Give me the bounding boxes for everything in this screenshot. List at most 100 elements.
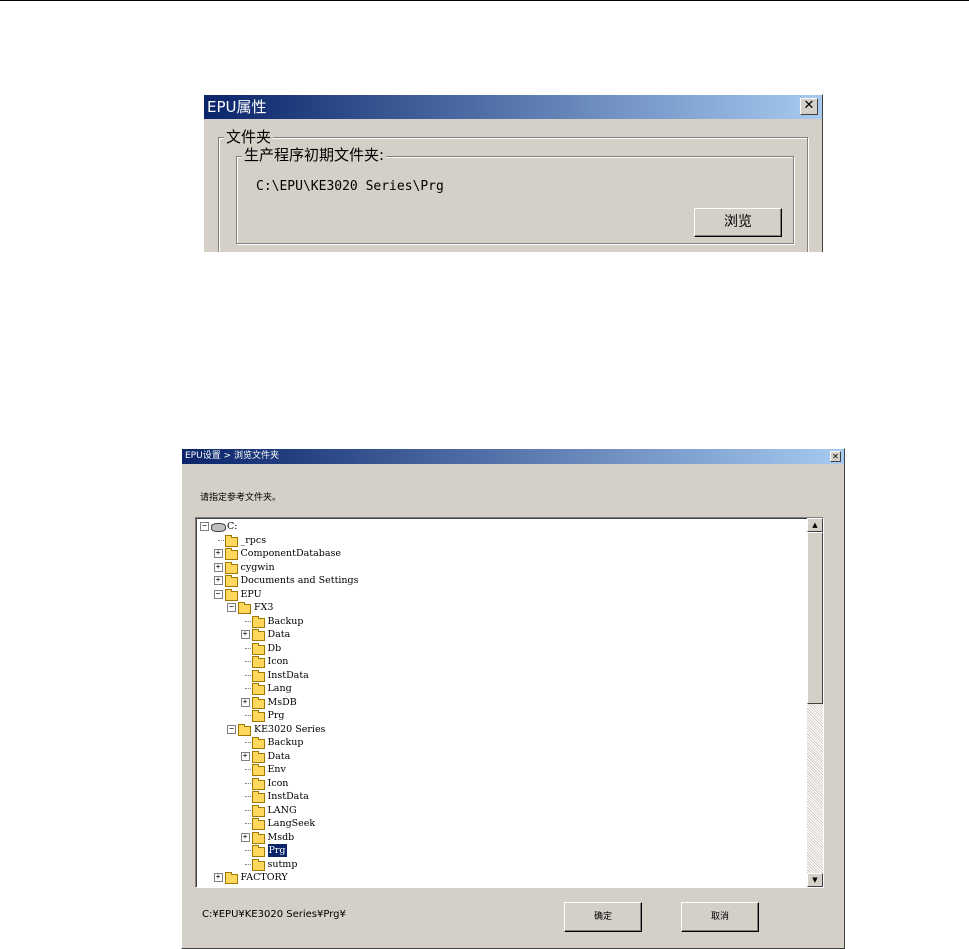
tree-item-label: EPU (240, 588, 262, 600)
tree-item[interactable]: Db (196, 642, 796, 655)
tree-item-label: KE3020 Series (254, 723, 326, 735)
tree-item[interactable]: sutmp (196, 858, 796, 871)
tree-item[interactable]: + Documents and Settings (196, 574, 796, 587)
tree-item[interactable]: + Data (196, 750, 796, 763)
browse-folder-dialog: EPU设置 > 浏览文件夹 ✕ 请指定参考文件夹。 − C: _rpcs + Compo… (181, 448, 845, 949)
folder-icon (251, 615, 265, 628)
folder-icon (251, 629, 265, 641)
tree-item[interactable]: − KE3020 Series (196, 723, 796, 736)
expand-icon[interactable]: + (240, 751, 250, 761)
tree-item[interactable]: + cygwin (196, 561, 796, 574)
dialog-titlebar: EPU属性 ✕ (204, 95, 822, 119)
tree-item[interactable]: InstData (196, 669, 796, 682)
collapse-icon[interactable]: − (227, 603, 236, 612)
collapse-icon[interactable]: − (227, 724, 236, 734)
collapse-icon[interactable]: − (200, 522, 209, 531)
folder-icon (224, 872, 238, 884)
tree-connector (244, 809, 251, 811)
folder-icon (238, 723, 251, 736)
tree-connector (244, 620, 251, 622)
initial-program-folder-label: 生产程序初期文件夹: (242, 146, 387, 164)
tree-item-label: _rpcs (240, 534, 267, 546)
tree-item-label: Data (267, 629, 291, 640)
tree-connector (244, 647, 251, 649)
expand-icon[interactable]: + (240, 832, 250, 842)
expand-icon[interactable]: + (213, 576, 223, 585)
tree-item-label: Lang (267, 683, 292, 694)
folder-icon (251, 669, 265, 682)
expand-icon[interactable]: + (213, 549, 223, 558)
tree-item[interactable]: + MsDB (196, 696, 796, 709)
folder-icon (251, 683, 265, 695)
tree-connector (244, 796, 251, 797)
folder-icon (224, 575, 238, 587)
tree-item[interactable]: Prg (196, 709, 796, 722)
tree-item[interactable]: Lang (196, 682, 796, 695)
tree-item[interactable]: LANG (196, 804, 796, 817)
tree-item[interactable]: − FX3 (196, 601, 796, 614)
tree-item-label: Backup (267, 737, 304, 748)
expand-icon[interactable]: + (240, 630, 250, 639)
tree-item-label: MsDB (267, 696, 297, 708)
tree-item[interactable]: Backup (196, 615, 796, 628)
folder-icon (251, 656, 265, 668)
folder-icon (251, 642, 265, 655)
close-icon[interactable]: ✕ (800, 98, 818, 115)
tree-item-label: Icon (267, 656, 289, 667)
ok-button[interactable]: 确定 (564, 902, 642, 932)
tree-item[interactable]: − C: (196, 520, 796, 533)
tree-item-label: LANG (267, 804, 297, 816)
tree-item[interactable]: Prg (196, 844, 796, 857)
tree-connector (244, 863, 251, 865)
folder-icon (251, 804, 265, 817)
open-folder-icon (251, 845, 265, 857)
tree-item[interactable]: − EPU (196, 588, 796, 601)
browse-button[interactable]: 浏览 (694, 208, 782, 237)
tree-item[interactable]: Icon (196, 655, 796, 668)
tree-item-label: FACTORY (240, 872, 288, 883)
tree-item[interactable]: LangSeek (196, 817, 796, 830)
scroll-up-icon[interactable]: ▲ (807, 518, 823, 532)
tree-item[interactable]: Env (196, 763, 796, 776)
tree-item-label: InstData (267, 791, 309, 802)
tree-item[interactable]: + Data (196, 628, 796, 641)
tree-item-label: LangSeek (267, 818, 316, 829)
folder-icon (251, 764, 265, 776)
tree-connector (217, 539, 224, 541)
tree-item[interactable]: InstData (196, 790, 796, 803)
cancel-button[interactable]: 取消 (681, 902, 759, 932)
program-folder-path: C:\EPU\KE3020 Series\Prg (256, 179, 444, 194)
tree-connector (244, 850, 251, 851)
tree-connector (244, 742, 251, 743)
folder-tree[interactable]: − C: _rpcs + ComponentDatabase + cygwin + Docume… (195, 517, 824, 888)
tree-item[interactable]: _rpcs (196, 534, 796, 547)
dialog-title: EPU属性 (207, 98, 267, 116)
folder-icon (251, 818, 265, 830)
tree-connector (244, 823, 251, 824)
expand-icon[interactable]: + (213, 562, 223, 572)
expand-icon[interactable]: + (240, 697, 250, 707)
close-icon[interactable]: ✕ (830, 451, 841, 462)
tree-connector (244, 688, 251, 689)
tree-connector (244, 769, 251, 770)
folder-group-label: 文件夹 (224, 128, 274, 146)
expand-icon[interactable]: + (213, 873, 223, 882)
folder-icon (251, 696, 265, 709)
tree-item[interactable]: + Msdb (196, 831, 796, 844)
tree-item-label: Backup (267, 615, 304, 627)
scroll-down-icon[interactable]: ▼ (807, 873, 823, 887)
collapse-icon[interactable]: − (213, 589, 223, 599)
tree-item-label: sutmp (267, 858, 298, 870)
tree-item[interactable]: Icon (196, 777, 796, 790)
tree-item[interactable]: + ComponentDatabase (196, 547, 796, 560)
tree-item-label: Documents and Settings (240, 575, 359, 586)
tree-item[interactable]: Backup (196, 736, 796, 749)
scroll-thumb[interactable] (807, 532, 823, 704)
vertical-scrollbar[interactable]: ▲ ▼ (807, 518, 823, 887)
tree-item[interactable]: + FACTORY (196, 871, 796, 884)
folder-icon (251, 831, 265, 844)
tree-item-label: Icon (267, 777, 289, 789)
page-top-rule (0, 0, 969, 1)
tree-item-label: Db (267, 642, 282, 654)
dialog-title: EPU设置 > 浏览文件夹 (185, 451, 279, 461)
